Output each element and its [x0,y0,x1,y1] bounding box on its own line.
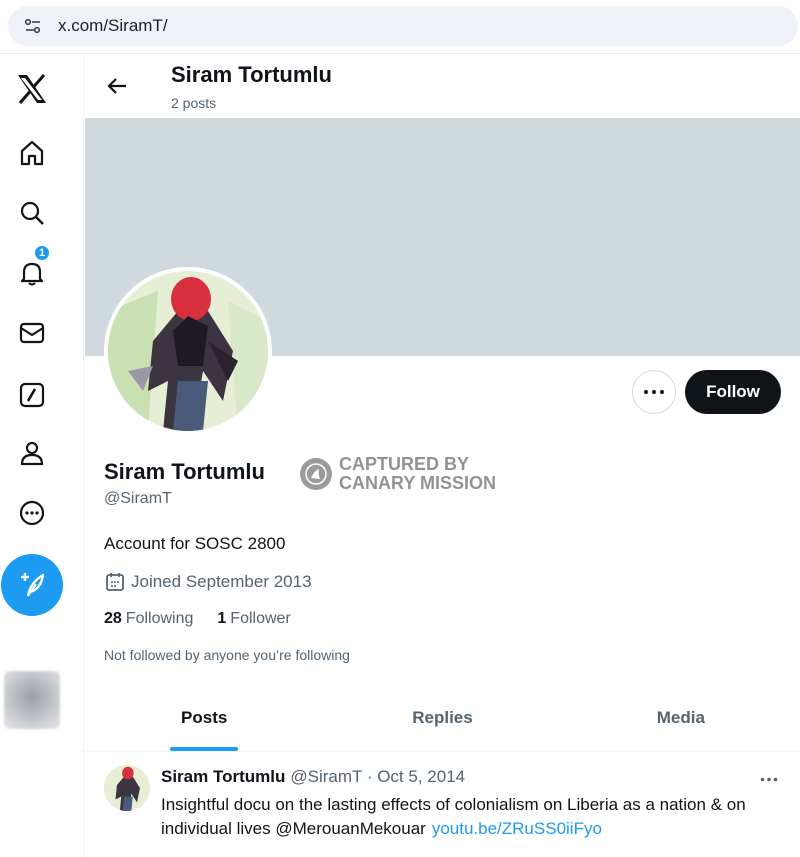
joined-text: Joined September 2013 [131,572,312,591]
url-field[interactable]: x.com/SiramT/ [8,6,798,46]
home-icon[interactable] [11,132,53,174]
browser-address-bar: x.com/SiramT/ [0,0,800,54]
post-link[interactable]: youtu.be/ZRuSS0iiFyo [432,819,602,838]
more-options-button[interactable] [632,370,676,414]
more-icon[interactable] [11,492,53,534]
profile-handle: @SiramT [104,490,172,507]
compose-post-button[interactable] [1,554,63,616]
calendar-icon [104,571,126,593]
site-settings-icon[interactable] [22,15,44,37]
profile-avatar[interactable] [104,267,272,435]
x-logo-icon[interactable] [11,68,53,110]
following-link[interactable]: 28 Following [104,610,193,628]
post-header: Siram Tortumlu @SiramT · Oct 5, 2014 [161,767,465,787]
header-post-count: 2 posts [171,95,217,111]
canary-bird-icon [300,458,332,490]
follow-button[interactable]: Follow [685,370,781,414]
url-text[interactable]: x.com/SiramT/ [58,16,168,36]
notification-badge: 1 [33,244,51,262]
profile-icon[interactable] [11,432,53,474]
tab-replies[interactable]: Replies [323,684,561,751]
watermark-line1: CAPTURED BY [339,454,470,474]
profile-main: Siram Tortumlu 2 posts Follow Siram Tort… [85,54,800,857]
follow-stats: 28 Following 1 Follower [104,610,315,628]
left-sidebar: 1 [0,54,84,857]
post-body: Insightful docu on the lasting effects o… [161,793,781,841]
feather-plus-icon [21,573,45,597]
post-item[interactable]: Siram Tortumlu @SiramT · Oct 5, 2014 Ins… [85,753,800,857]
watermark-line2: CANARY MISSION [339,473,497,493]
post-avatar[interactable] [104,765,150,811]
profile-display-name: Siram Tortumlu [104,459,265,484]
active-tab-indicator [170,747,239,751]
post-more-icon[interactable] [757,767,781,791]
account-switcher-avatar[interactable] [4,671,60,729]
profile-bio: Account for SOSC 2800 [104,534,286,553]
tab-posts[interactable]: Posts [85,684,323,751]
not-followed-note: Not followed by anyone you’re following [104,647,350,663]
profile-header-bar: Siram Tortumlu 2 posts [85,54,800,118]
post-author-name[interactable]: Siram Tortumlu [161,767,285,787]
header-display-name: Siram Tortumlu [171,62,332,87]
messages-icon[interactable] [11,312,53,354]
back-arrow-icon[interactable] [103,72,131,100]
joined-date: Joined September 2013 [104,571,312,593]
ellipsis-icon [644,390,664,394]
notifications-icon[interactable]: 1 [11,244,53,294]
canary-mission-watermark: CAPTURED BY CANARY MISSION [300,455,496,493]
profile-tabs: Posts Replies Media [85,684,800,752]
post-meta: @SiramT · Oct 5, 2014 [290,767,466,786]
followers-link[interactable]: 1 Follower [217,610,290,628]
search-icon[interactable] [11,192,53,234]
grok-icon[interactable] [11,374,53,416]
tab-media[interactable]: Media [562,684,800,751]
